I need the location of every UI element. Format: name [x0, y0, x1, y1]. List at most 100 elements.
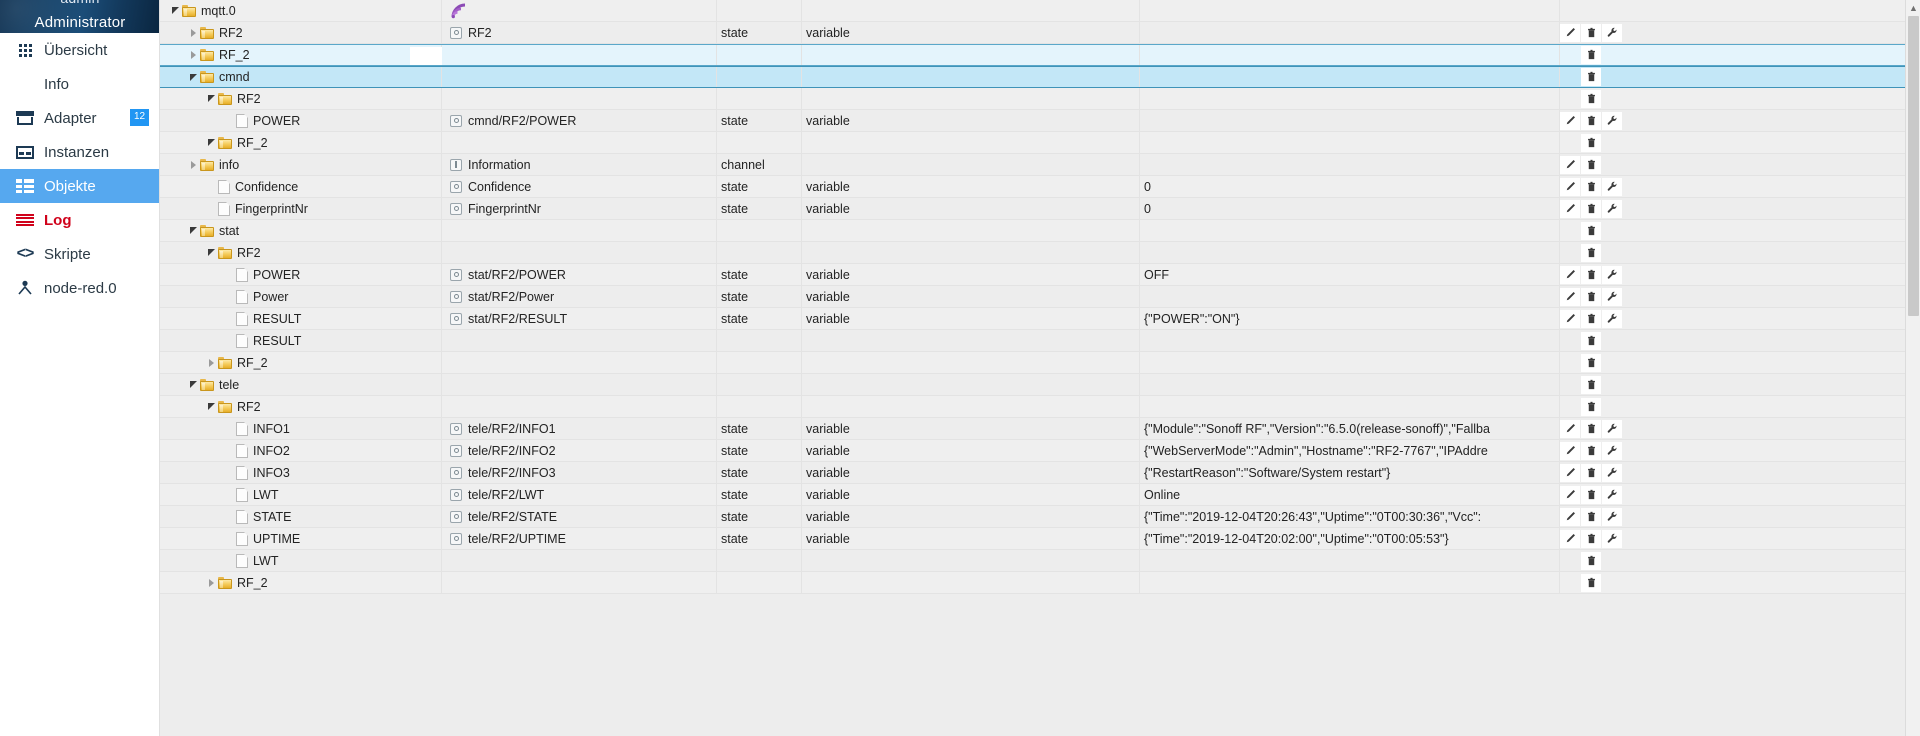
- tree-toggle-open[interactable]: [204, 403, 218, 410]
- wrench-icon[interactable]: [1602, 485, 1622, 504]
- table-row[interactable]: RF2: [160, 242, 1905, 264]
- table-row[interactable]: Confidence Confidence state variable 0: [160, 176, 1905, 198]
- tree-toggle-closed[interactable]: [186, 51, 200, 59]
- edit-pencil-icon[interactable]: [1560, 177, 1580, 196]
- trash-icon[interactable]: [1581, 177, 1601, 196]
- trash-icon[interactable]: [1581, 331, 1601, 350]
- wrench-icon[interactable]: [1602, 111, 1622, 130]
- edit-pencil-icon[interactable]: [1560, 265, 1580, 284]
- sidebar-item-objekte[interactable]: Objekte: [0, 169, 159, 203]
- trash-icon[interactable]: [1581, 507, 1601, 526]
- edit-pencil-icon[interactable]: [1560, 507, 1580, 526]
- tree-toggle-closed[interactable]: [204, 578, 218, 587]
- edit-pencil-icon[interactable]: [1560, 419, 1580, 438]
- wrench-icon[interactable]: [1602, 441, 1622, 460]
- trash-icon[interactable]: [1581, 155, 1601, 174]
- sidebar-item-skripte[interactable]: <> Skripte: [0, 237, 159, 271]
- edit-pencil-icon[interactable]: [1560, 485, 1580, 504]
- trash-icon[interactable]: [1581, 353, 1601, 372]
- table-row[interactable]: RF_2: [160, 572, 1905, 594]
- sidebar-item-adapter[interactable]: Adapter 12: [0, 101, 159, 135]
- table-row[interactable]: RF2: [160, 396, 1905, 418]
- table-row[interactable]: RF2 RF2 state variable: [160, 22, 1905, 44]
- table-row[interactable]: tele: [160, 374, 1905, 396]
- table-row[interactable]: RESULT stat/RF2/RESULT state variable {"POWE…: [160, 308, 1905, 330]
- table-row[interactable]: POWER stat/RF2/POWER state variable OFF: [160, 264, 1905, 286]
- trash-icon[interactable]: [1581, 68, 1601, 86]
- tree-toggle-closed[interactable]: [186, 160, 200, 169]
- table-row[interactable]: INFO2 tele/RF2/INFO2 state variable {"WebSer…: [160, 440, 1905, 462]
- trash-icon[interactable]: [1581, 46, 1601, 64]
- trash-icon[interactable]: [1581, 441, 1601, 460]
- wrench-icon[interactable]: [1602, 265, 1622, 284]
- trash-icon[interactable]: [1581, 287, 1601, 306]
- wrench-icon[interactable]: [1602, 199, 1622, 218]
- wrench-icon[interactable]: [1602, 177, 1622, 196]
- table-row[interactable]: LWT: [160, 550, 1905, 572]
- trash-icon[interactable]: [1581, 23, 1601, 42]
- sidebar-item-log[interactable]: Log: [0, 203, 159, 237]
- trash-icon[interactable]: [1581, 265, 1601, 284]
- copy-icon[interactable]: [410, 47, 442, 65]
- tree-toggle-open[interactable]: [168, 7, 182, 14]
- table-row[interactable]: INFO1 tele/RF2/INFO1 state variable {"Module…: [160, 418, 1905, 440]
- table-row[interactable]: RF2: [160, 88, 1905, 110]
- edit-pencil-icon[interactable]: [1560, 199, 1580, 218]
- table-row[interactable]: Power stat/RF2/Power state variable: [160, 286, 1905, 308]
- sidebar-item-uebersicht[interactable]: Übersicht: [0, 33, 159, 67]
- table-row[interactable]: RF_2: [160, 44, 1905, 66]
- trash-icon[interactable]: [1581, 463, 1601, 482]
- edit-pencil-icon[interactable]: [1560, 155, 1580, 174]
- table-row[interactable]: UPTIME tele/RF2/UPTIME state variable {"Time…: [160, 528, 1905, 550]
- tree-toggle-closed[interactable]: [204, 358, 218, 367]
- trash-icon[interactable]: [1581, 243, 1601, 262]
- tree-toggle-open[interactable]: [186, 73, 200, 81]
- table-row[interactable]: info Information channel: [160, 154, 1905, 176]
- edit-pencil-icon[interactable]: [1560, 23, 1580, 42]
- table-row[interactable]: FingerprintNr FingerprintNr state variable 0: [160, 198, 1905, 220]
- wrench-icon[interactable]: [1602, 309, 1622, 328]
- trash-icon[interactable]: [1581, 419, 1601, 438]
- tree-toggle-open[interactable]: [204, 139, 218, 146]
- table-row[interactable]: INFO3 tele/RF2/INFO3 state variable {"Restar…: [160, 462, 1905, 484]
- edit-pencil-icon[interactable]: [1560, 463, 1580, 482]
- edit-pencil-icon[interactable]: [1560, 309, 1580, 328]
- wrench-icon[interactable]: [1602, 529, 1622, 548]
- tree-toggle-closed[interactable]: [186, 28, 200, 37]
- table-row[interactable]: mqtt.0: [160, 0, 1905, 22]
- table-row[interactable]: RF_2: [160, 132, 1905, 154]
- table-row[interactable]: POWER cmnd/RF2/POWER state variable: [160, 110, 1905, 132]
- trash-icon[interactable]: [1581, 551, 1601, 570]
- tree-toggle-open[interactable]: [186, 381, 200, 388]
- wrench-icon[interactable]: [1602, 507, 1622, 526]
- trash-icon[interactable]: [1581, 199, 1601, 218]
- sidebar-item-info[interactable]: i Info: [0, 67, 159, 101]
- scroll-up-icon[interactable]: ▲: [1906, 0, 1920, 15]
- trash-icon[interactable]: [1581, 529, 1601, 548]
- edit-pencil-icon[interactable]: [1560, 529, 1580, 548]
- trash-icon[interactable]: [1581, 375, 1601, 394]
- trash-icon[interactable]: [1581, 133, 1601, 152]
- trash-icon[interactable]: [1581, 309, 1601, 328]
- trash-icon[interactable]: [1581, 573, 1601, 592]
- table-row[interactable]: cmnd: [160, 66, 1905, 88]
- table-row[interactable]: STATE tele/RF2/STATE state variable {"Time":…: [160, 506, 1905, 528]
- table-row[interactable]: stat: [160, 220, 1905, 242]
- wrench-icon[interactable]: [1602, 23, 1622, 42]
- edit-pencil-icon[interactable]: [1560, 111, 1580, 130]
- edit-pencil-icon[interactable]: [1560, 441, 1580, 460]
- trash-icon[interactable]: [1581, 89, 1601, 108]
- wrench-icon[interactable]: [1602, 287, 1622, 306]
- wrench-icon[interactable]: [1602, 419, 1622, 438]
- edit-pencil-icon[interactable]: [1560, 287, 1580, 306]
- wrench-icon[interactable]: [1602, 463, 1622, 482]
- tree-toggle-open[interactable]: [204, 249, 218, 256]
- sidebar-item-instanzen[interactable]: Instanzen: [0, 135, 159, 169]
- table-row[interactable]: LWT tele/RF2/LWT state variable Online: [160, 484, 1905, 506]
- table-row[interactable]: RESULT: [160, 330, 1905, 352]
- tree-toggle-open[interactable]: [186, 227, 200, 234]
- scrollbar-thumb[interactable]: [1908, 16, 1919, 316]
- trash-icon[interactable]: [1581, 221, 1601, 240]
- trash-icon[interactable]: [1581, 397, 1601, 416]
- vertical-scrollbar[interactable]: ▲: [1905, 0, 1920, 736]
